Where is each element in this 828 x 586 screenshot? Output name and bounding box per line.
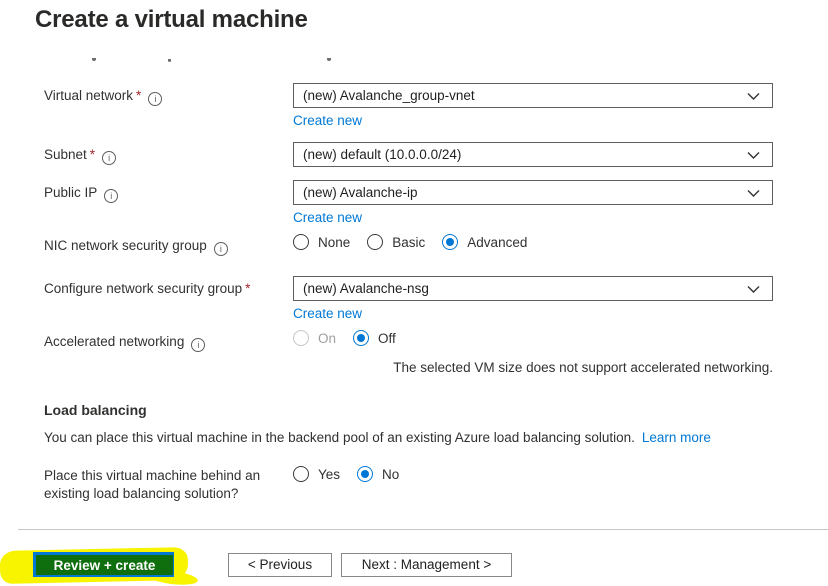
virtual-network-create-new-link[interactable]: Create new xyxy=(293,113,362,128)
configure-nsg-select[interactable]: (new) Avalanche-nsg xyxy=(293,276,773,301)
clipped-text-remnant xyxy=(92,58,96,61)
radio-icon-selected xyxy=(442,234,459,250)
description-text: You can place this virtual machine in th… xyxy=(44,430,635,445)
clipped-text-remnant xyxy=(327,58,331,61)
previous-button[interactable]: < Previous xyxy=(228,553,332,577)
highlighter-green-overlay: Review + create xyxy=(36,555,173,575)
radio-icon xyxy=(293,466,309,482)
radio-icon-selected xyxy=(357,466,374,482)
radio-icon-selected xyxy=(353,330,370,346)
virtual-network-field: (new) Avalanche_group-vnet Create new xyxy=(293,83,773,130)
info-icon[interactable]: i xyxy=(191,338,206,352)
virtual-network-select[interactable]: (new) Avalanche_group-vnet xyxy=(293,83,773,108)
info-icon[interactable]: i xyxy=(213,242,228,256)
field-row-nic-nsg: NIC network security group i None Basic A… xyxy=(44,233,773,256)
configure-nsg-create-new-link[interactable]: Create new xyxy=(293,306,362,321)
subnet-field: (new) default (10.0.0.0/24) xyxy=(293,142,773,167)
vm-size-note: The selected VM size does not support ac… xyxy=(393,360,773,375)
radio-label: Off xyxy=(378,330,396,346)
public-ip-label: Public IP i xyxy=(44,180,293,203)
radio-label: No xyxy=(382,466,400,482)
chevron-down-icon xyxy=(747,286,760,293)
info-icon[interactable]: i xyxy=(148,92,163,106)
load-balancing-heading: Load balancing xyxy=(44,402,147,418)
public-ip-field: (new) Avalanche-ip Create new xyxy=(293,180,773,227)
radio-label: None xyxy=(318,234,351,250)
radio-option-none[interactable]: None xyxy=(293,234,350,250)
learn-more-link[interactable]: Learn more xyxy=(642,430,711,445)
clipped-text-remnant xyxy=(168,59,171,62)
field-row-subnet: Subnet * i (new) default (10.0.0.0/24) xyxy=(44,142,773,167)
subnet-select[interactable]: (new) default (10.0.0.0/24) xyxy=(293,142,773,167)
required-marker: * xyxy=(245,281,251,296)
configure-nsg-label: Configure network security group * xyxy=(44,276,293,297)
radio-icon xyxy=(367,234,384,250)
subnet-label: Subnet * i xyxy=(44,142,293,165)
configure-nsg-value: (new) Avalanche-nsg xyxy=(303,281,429,296)
field-row-virtual-network: Virtual network * i (new) Avalanche_group-… xyxy=(44,83,773,130)
review-create-button[interactable]: Review + create xyxy=(33,552,174,577)
nic-nsg-label: NIC network security group i xyxy=(44,233,293,256)
configure-nsg-field: (new) Avalanche-nsg Create new xyxy=(293,276,773,323)
label-text: Public IP xyxy=(44,185,98,200)
chevron-down-icon xyxy=(747,93,760,100)
review-create-label: Review + create xyxy=(53,557,156,573)
field-row-configure-nsg: Configure network security group * (new) … xyxy=(44,276,773,323)
label-text: Configure network security group xyxy=(44,281,243,296)
public-ip-create-new-link[interactable]: Create new xyxy=(293,210,362,225)
chevron-down-icon xyxy=(747,152,760,159)
radio-option-yes[interactable]: Yes xyxy=(293,466,340,482)
radio-option-basic[interactable]: Basic xyxy=(367,234,425,250)
label-text: Accelerated networking xyxy=(44,334,185,349)
radio-icon xyxy=(293,234,309,250)
required-marker: * xyxy=(89,147,96,162)
public-ip-value: (new) Avalanche-ip xyxy=(303,185,418,200)
required-marker: * xyxy=(136,88,142,103)
label-text: NIC network security group xyxy=(44,238,207,253)
load-balancing-radio-group: Yes No xyxy=(293,465,773,482)
field-row-public-ip: Public IP i (new) Avalanche-ip Create new xyxy=(44,180,773,227)
nic-nsg-radio-group: None Basic Advanced xyxy=(293,233,773,250)
label-text: Subnet xyxy=(44,147,87,162)
radio-label: Basic xyxy=(392,234,426,250)
next-management-button[interactable]: Next : Management > xyxy=(341,553,512,577)
radio-option-off[interactable]: Off xyxy=(353,330,396,346)
label-text: Virtual network xyxy=(44,88,134,103)
chevron-down-icon xyxy=(747,190,760,197)
info-icon[interactable]: i xyxy=(102,151,117,165)
virtual-network-value: (new) Avalanche_group-vnet xyxy=(303,88,475,103)
radio-icon-disabled xyxy=(293,330,309,346)
accelerated-networking-label: Accelerated networking i xyxy=(44,329,293,352)
load-balancing-question-label: Place this virtual machine behind an exi… xyxy=(44,468,261,501)
accelerated-networking-radio-group: On Off xyxy=(293,329,773,346)
field-row-load-balancing-question: Place this virtual machine behind an exi… xyxy=(44,465,773,502)
radio-option-on: On xyxy=(293,330,336,346)
radio-option-advanced[interactable]: Advanced xyxy=(442,234,527,250)
radio-option-no[interactable]: No xyxy=(357,466,399,482)
radio-label: Advanced xyxy=(467,234,528,250)
info-icon[interactable]: i xyxy=(104,189,119,203)
radio-label: Yes xyxy=(318,466,341,482)
footer-divider xyxy=(18,529,828,530)
create-vm-page: Create a virtual machine Virtual network… xyxy=(0,0,828,586)
radio-label: On xyxy=(318,330,337,346)
field-row-accelerated-networking: Accelerated networking i On Off xyxy=(44,329,773,352)
load-balancing-description: You can place this virtual machine in th… xyxy=(44,430,788,445)
page-title: Create a virtual machine xyxy=(35,6,308,33)
public-ip-select[interactable]: (new) Avalanche-ip xyxy=(293,180,773,205)
subnet-value: (new) default (10.0.0.0/24) xyxy=(303,147,462,162)
virtual-network-label: Virtual network * i xyxy=(44,83,293,106)
